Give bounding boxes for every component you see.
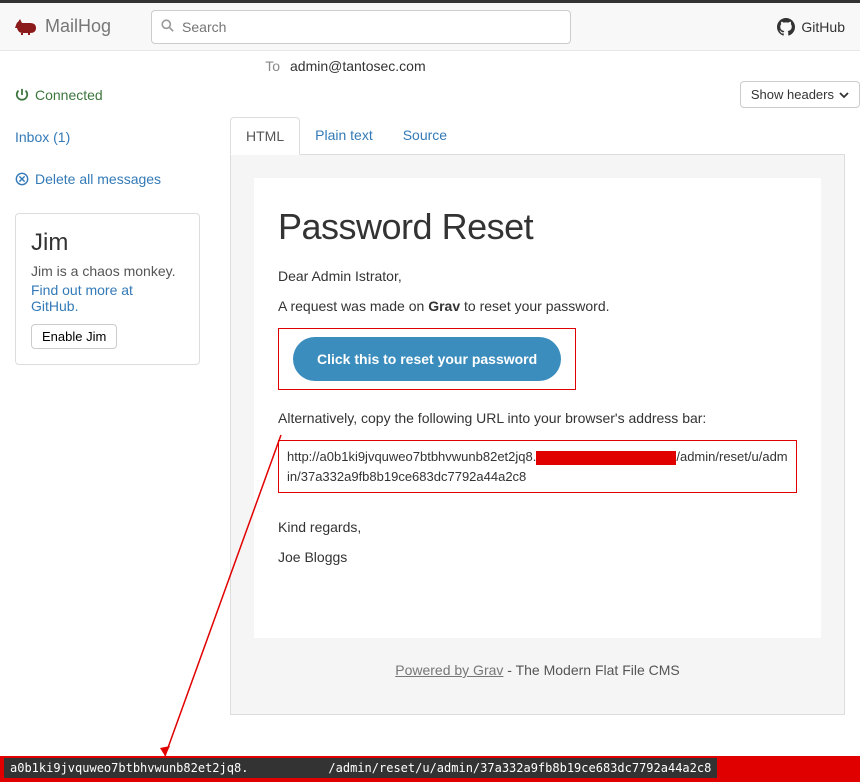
header-row-to: To admin@tantosec.com bbox=[230, 51, 845, 74]
power-icon bbox=[15, 88, 29, 102]
tabs: HTML Plain text Source bbox=[230, 116, 845, 155]
github-label: GitHub bbox=[801, 19, 845, 35]
to-label: To bbox=[230, 58, 290, 74]
email-frame: Password Reset Dear Admin Istrator, A re… bbox=[230, 155, 845, 715]
content: To admin@tantosec.com Show headers HTML … bbox=[215, 51, 860, 752]
chevron-down-icon bbox=[839, 90, 849, 100]
reset-url-highlight: http://a0b1ki9jvquweo7btbhvwunb82et2jq8.… bbox=[278, 440, 797, 493]
delete-icon bbox=[15, 172, 29, 186]
sidebar: Connected Inbox (1) Delete all messages … bbox=[0, 51, 215, 752]
sidebar-connected[interactable]: Connected bbox=[15, 81, 200, 109]
email-greeting: Dear Admin Istrator, bbox=[278, 268, 797, 284]
jim-panel: Jim Jim is a chaos monkey. Find out more… bbox=[15, 213, 200, 365]
brand-text: MailHog bbox=[45, 16, 111, 37]
jim-desc: Jim is a chaos monkey. bbox=[31, 263, 184, 279]
reset-button-highlight: Click this to reset your password bbox=[278, 328, 576, 390]
sidebar-inbox[interactable]: Inbox (1) bbox=[15, 123, 200, 151]
email-body: Password Reset Dear Admin Istrator, A re… bbox=[254, 178, 821, 638]
tab-source[interactable]: Source bbox=[388, 117, 462, 155]
status-bar-url: a0b1ki9jvquweo7btbhvwunb82et2jq8./admin/… bbox=[4, 758, 717, 778]
enable-jim-button[interactable]: Enable Jim bbox=[31, 324, 117, 349]
redacted-domain bbox=[536, 451, 676, 465]
tab-html[interactable]: HTML bbox=[230, 117, 300, 155]
email-regards: Kind regards, bbox=[278, 519, 797, 535]
show-headers-button[interactable]: Show headers bbox=[740, 81, 860, 108]
jim-title: Jim bbox=[31, 229, 184, 257]
email-footer: Powered by Grav - The Modern Flat File C… bbox=[254, 638, 821, 678]
navbar: MailHog GitHub bbox=[0, 0, 860, 51]
email-title: Password Reset bbox=[278, 206, 797, 248]
github-link[interactable]: GitHub bbox=[777, 18, 845, 36]
powered-by-link[interactable]: Powered by Grav bbox=[395, 662, 503, 678]
tab-plain[interactable]: Plain text bbox=[300, 117, 388, 155]
search-input[interactable] bbox=[151, 10, 571, 44]
sidebar-delete-all[interactable]: Delete all messages bbox=[15, 165, 200, 193]
search-wrap bbox=[151, 10, 571, 44]
to-value: admin@tantosec.com bbox=[290, 58, 426, 74]
pig-icon bbox=[15, 19, 37, 35]
email-signature: Joe Bloggs bbox=[278, 549, 797, 565]
main: Connected Inbox (1) Delete all messages … bbox=[0, 51, 860, 752]
github-icon bbox=[777, 18, 795, 36]
reset-url-part-a: http://a0b1ki9jvquweo7btbhvwunb82et2jq8. bbox=[287, 449, 536, 464]
email-alt: Alternatively, copy the following URL in… bbox=[278, 410, 797, 426]
jim-link-1[interactable]: Find out more at bbox=[31, 282, 133, 298]
jim-link-2[interactable]: GitHub. bbox=[31, 298, 78, 314]
email-line1: A request was made on Grav to reset your… bbox=[278, 298, 797, 314]
search-icon bbox=[161, 19, 174, 35]
brand[interactable]: MailHog bbox=[15, 16, 111, 37]
reset-password-button[interactable]: Click this to reset your password bbox=[293, 337, 561, 381]
status-bar-highlight: a0b1ki9jvquweo7btbhvwunb82et2jq8./admin/… bbox=[0, 756, 860, 782]
